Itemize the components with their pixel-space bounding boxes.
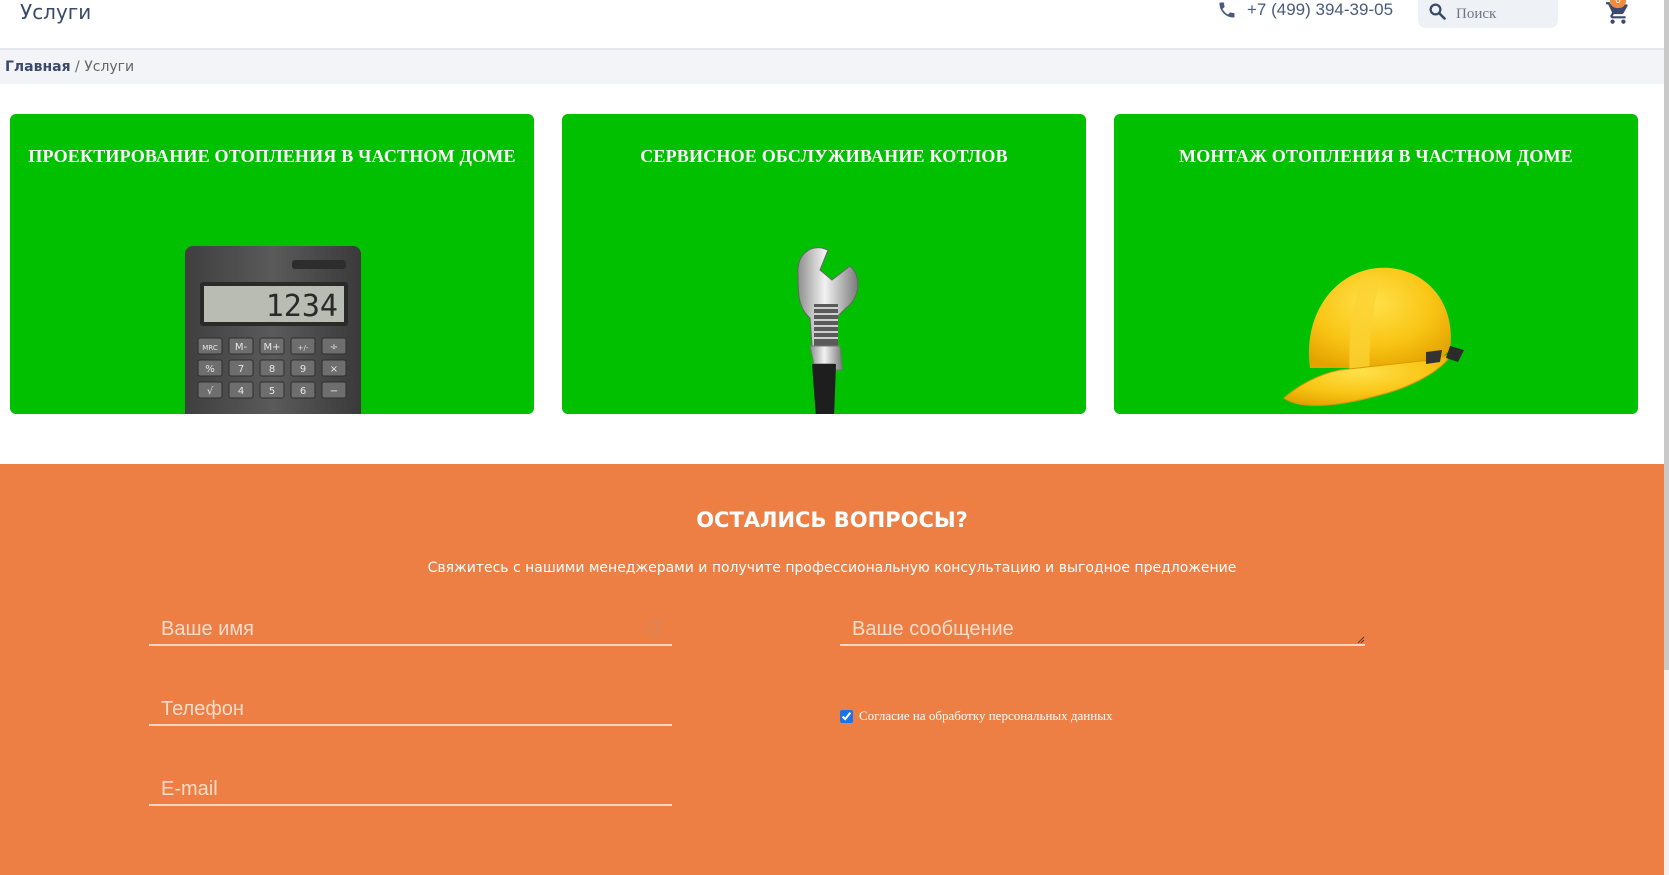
calculator-key-label: 8 [269,364,275,375]
breadcrumb-current: Услуги [84,59,135,75]
contact-card-icon[interactable] [648,620,660,635]
service-card-title: СЕРВИСНОЕ ОБСЛУЖИВАНИЕ КОТЛОВ [640,146,1008,166]
email-field[interactable] [149,774,672,806]
service-card-title: ПРОЕКТИРОВАНИЕ ОТОПЛЕНИЯ В ЧАСТНОМ ДОМЕ [28,146,516,166]
calculator-key-label: √ [207,386,214,397]
calculator-key-label: 6 [300,386,306,397]
consent-label: Согласие на обработку персональных данны… [859,708,1113,723]
resize-handle-icon[interactable] [1357,636,1365,644]
message-field[interactable] [840,614,1365,646]
calculator-key-label: 7 [238,364,244,375]
hard-hat-icon [1283,267,1464,406]
breadcrumb-home-link[interactable]: Главная [5,59,71,75]
phone-number: +7 (499) 394-39-05 [1247,0,1394,19]
contact-title: ОСТАЛИСЬ ВОПРОСЫ? [696,508,968,532]
consent-checkbox[interactable] [840,709,853,723]
scrollbar-thumb[interactable] [1664,0,1669,670]
calculator-key-label: 9 [300,364,306,375]
calculator-key-label: × [330,364,338,375]
message-input[interactable] [850,614,1327,644]
contact-section: ОСТАЛИСЬ ВОПРОСЫ? Свяжитесь с нашими мен… [0,464,1664,875]
calculator-display: 1234 [266,289,338,324]
calculator-key-label: 4 [238,386,244,397]
calculator-key-label: − [330,386,338,397]
calculator-key-label: M+ [263,342,280,353]
page-title: Услуги [20,0,92,24]
service-card-installation[interactable]: МОНТАЖ ОТОПЛЕНИЯ В ЧАСТНОМ ДОМЕ [1114,114,1638,414]
contact-subtitle: Свяжитесь с нашими менеджерами и получит… [427,560,1237,576]
name-input[interactable] [159,614,634,644]
calculator-icon: 1234 MRC M- M+ +/- ÷% 7 8 9 × √ 4 5 6 − [185,246,361,414]
calculator-key-label: % [205,364,215,375]
search-icon[interactable] [1428,2,1446,20]
wrench-icon [797,247,859,414]
service-card-design[interactable]: ПРОЕКТИРОВАНИЕ ОТОПЛЕНИЯ В ЧАСТНОМ ДОМЕ … [10,114,534,414]
phone-link[interactable]: +7 (499) 394-39-05 [1217,0,1393,20]
site-header: Услуги +7 (499) 394-39-05 0 [0,0,1664,50]
phone-icon [1219,2,1235,18]
breadcrumb-bar: Главная / Услуги [0,50,1664,84]
breadcrumb-separator: / [70,59,85,75]
calculator-key-label: M- [235,342,248,353]
email-input[interactable] [159,774,634,804]
phone-field[interactable] [149,694,672,726]
calculator-key-label: +/- [298,344,309,352]
name-field[interactable] [149,614,672,646]
service-card-title: МОНТАЖ ОТОПЛЕНИЯ В ЧАСТНОМ ДОМЕ [1179,146,1573,166]
calculator-key-label: 5 [269,386,275,397]
calculator-key-label: ÷ [330,342,338,353]
service-card-boiler-service[interactable]: СЕРВИСНОЕ ОБСЛУЖИВАНИЕ КОТЛОВ [562,114,1086,414]
search-input[interactable] [1454,4,1553,24]
phone-input[interactable] [159,694,634,724]
calculator-keypad: MRC M- M+ +/- ÷% 7 8 9 × √ 4 5 6 − [197,337,347,399]
breadcrumb: Главная / Услуги [5,59,134,75]
calculator-key-label: MRC [202,344,218,352]
page-scrollbar[interactable] [1664,0,1669,875]
consent-row[interactable]: Согласие на обработку персональных данны… [840,708,1112,724]
search-box[interactable] [1418,0,1558,28]
